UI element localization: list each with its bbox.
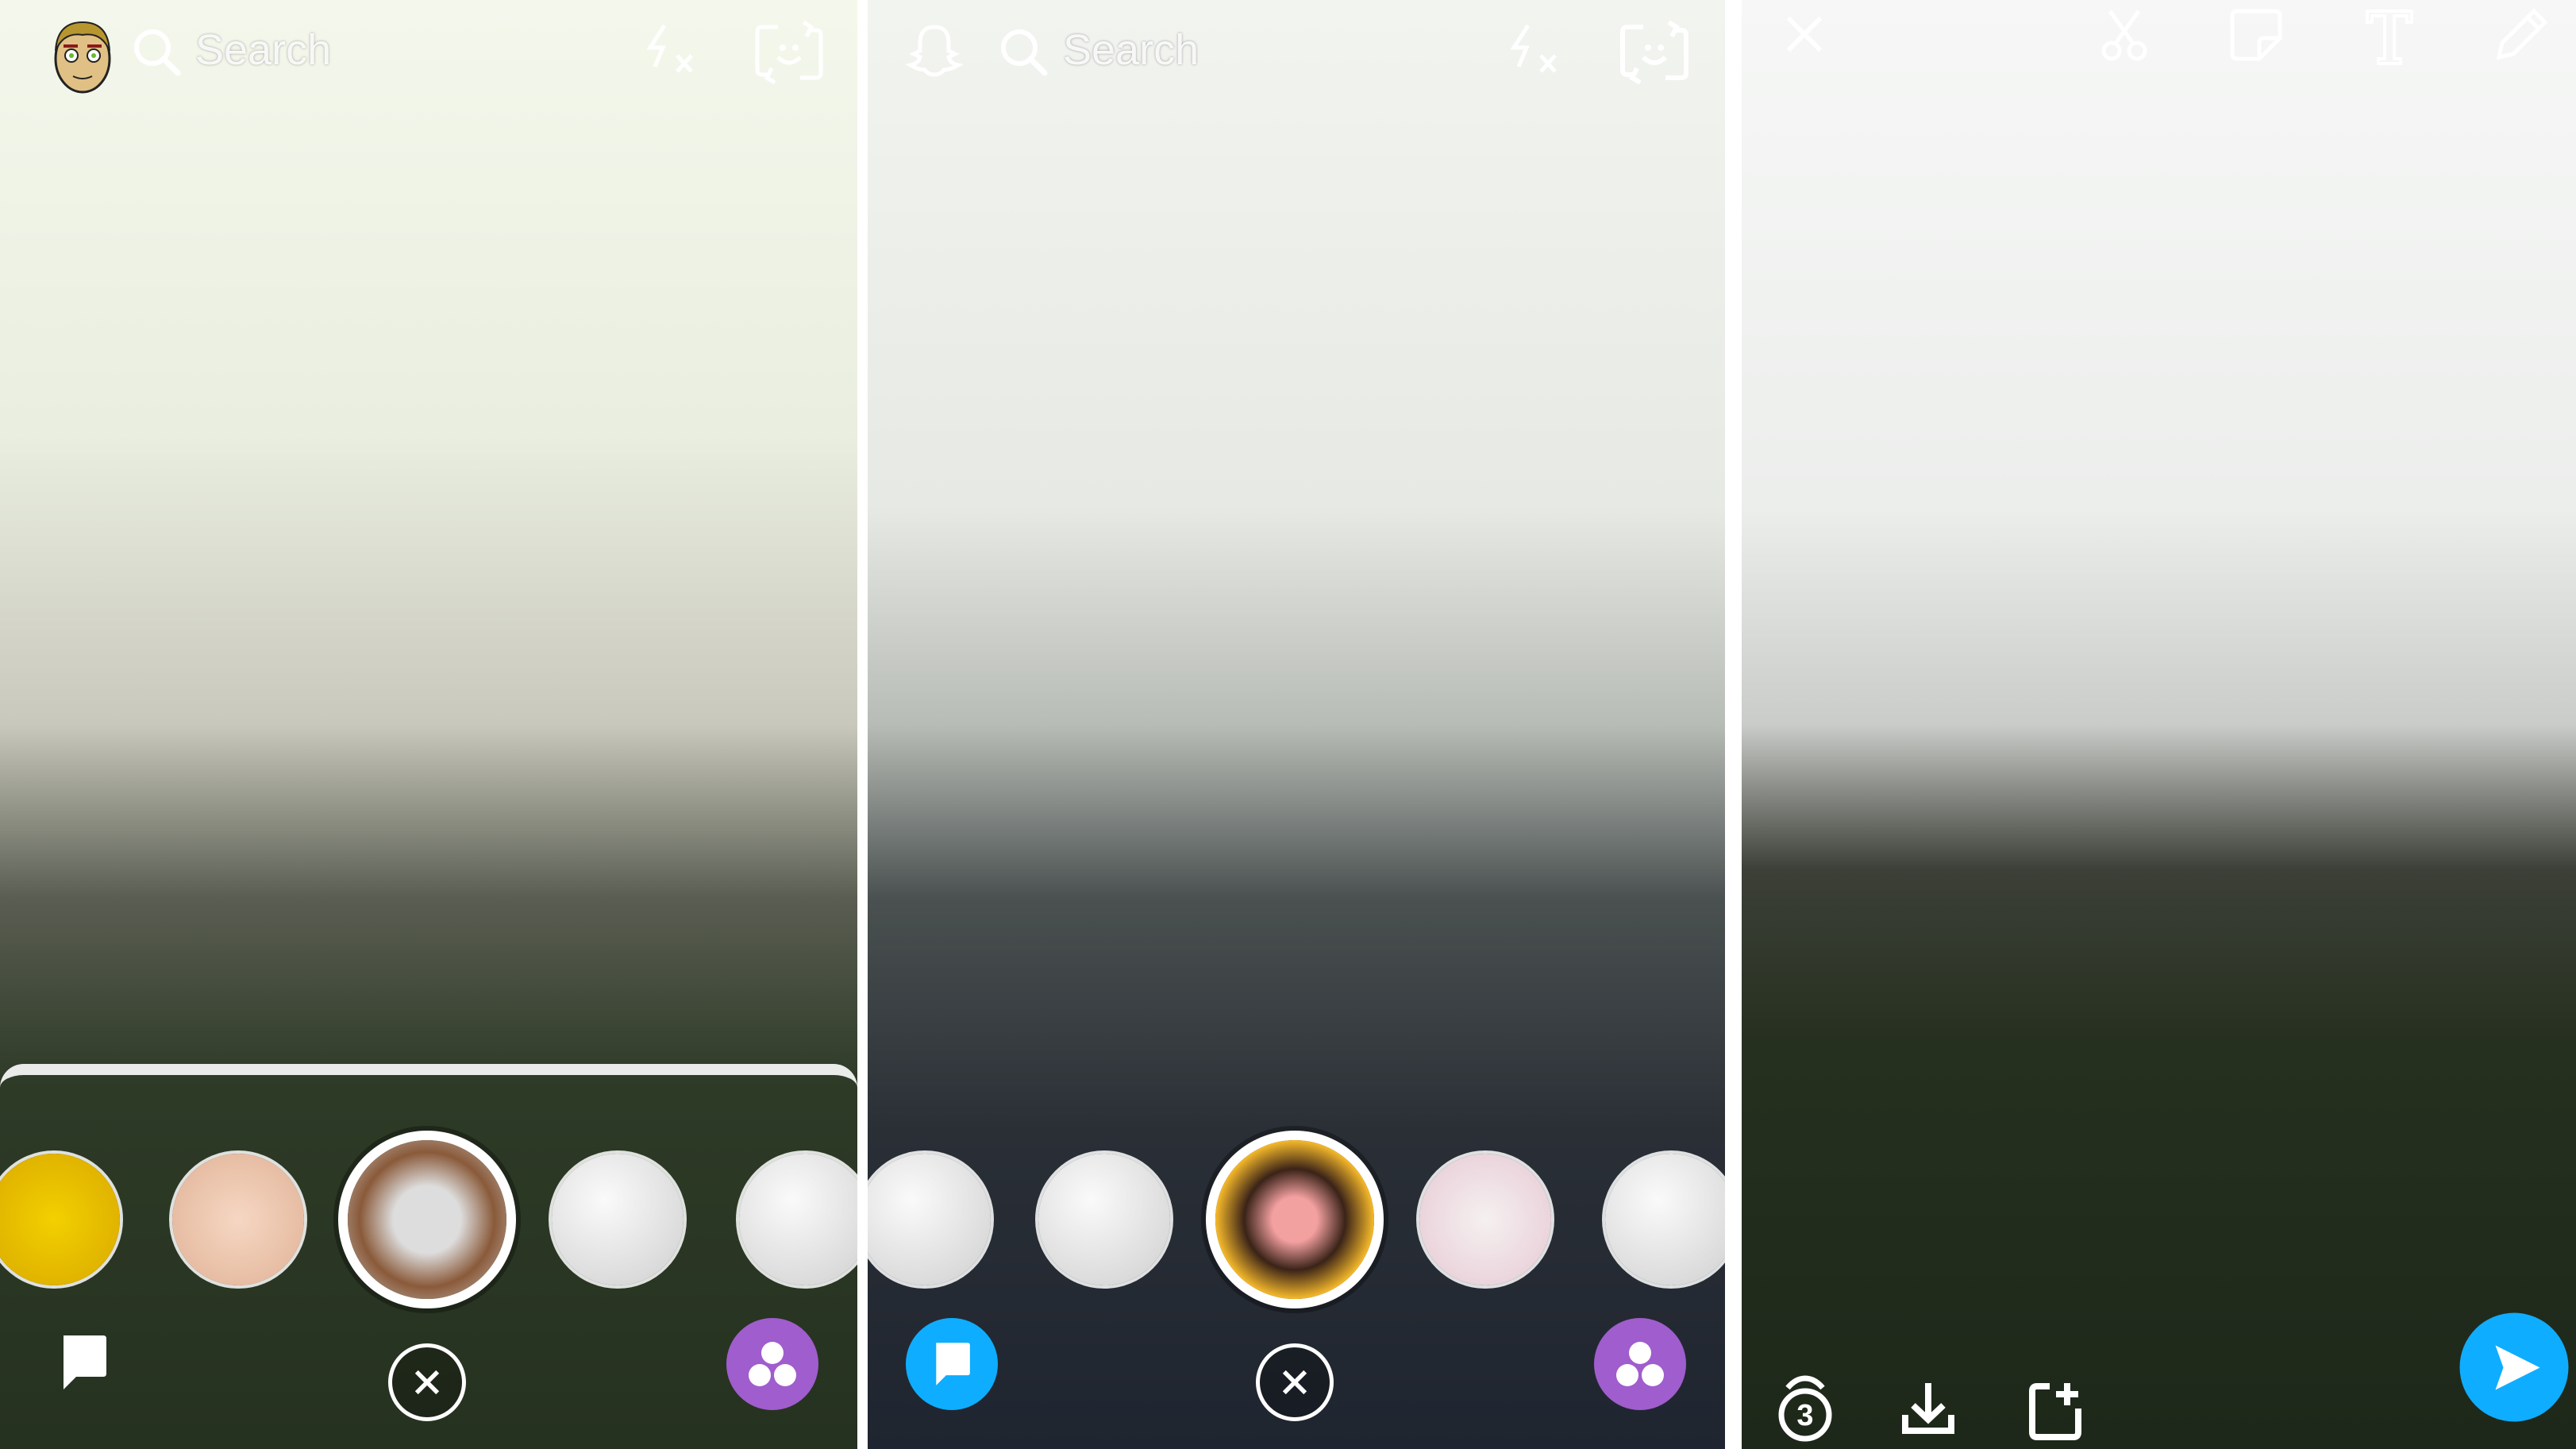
lenses-button[interactable] xyxy=(1594,1318,1686,1410)
lenses-icon xyxy=(749,1342,796,1386)
search-icon[interactable] xyxy=(132,27,183,78)
lens-ghost-face[interactable] xyxy=(739,1154,857,1285)
close-lens-button[interactable] xyxy=(1256,1343,1334,1421)
lens-hands[interactable] xyxy=(172,1154,304,1285)
search-icon[interactable] xyxy=(999,27,1049,78)
camera-panel-hippie-lens: Search xyxy=(868,0,1725,1449)
bitmoji-avatar-icon[interactable] xyxy=(48,16,119,95)
lens-crab-face[interactable] xyxy=(1605,1154,1725,1285)
flip-camera-icon[interactable] xyxy=(753,21,826,84)
flash-off-icon[interactable] xyxy=(1503,21,1563,81)
close-icon xyxy=(1282,1370,1307,1395)
lens-flower-face[interactable] xyxy=(1419,1154,1551,1285)
pencil-icon[interactable] xyxy=(2493,6,2550,64)
scissors-icon[interactable] xyxy=(2097,6,2151,64)
chat-icon xyxy=(936,1343,970,1385)
search-input[interactable]: Search xyxy=(1063,25,1199,75)
chat-button[interactable] xyxy=(906,1318,998,1410)
camera-panel-horse-lens: Search xyxy=(0,0,857,1449)
send-icon xyxy=(2495,1345,2539,1389)
lens-cute-face[interactable] xyxy=(1038,1154,1170,1285)
flip-camera-icon[interactable] xyxy=(1618,21,1691,84)
lens-hippie-selected[interactable] xyxy=(1215,1140,1374,1299)
send-button[interactable] xyxy=(2459,1312,2569,1422)
timer-button[interactable]: 3 xyxy=(1777,1374,1834,1445)
text-icon[interactable] xyxy=(2361,5,2418,65)
chat-icon[interactable] xyxy=(57,1332,110,1393)
close-lens-button[interactable] xyxy=(388,1343,466,1421)
add-to-story-icon[interactable] xyxy=(2027,1380,2083,1440)
lens-horse-selected[interactable] xyxy=(348,1140,506,1299)
search-input[interactable]: Search xyxy=(195,25,331,75)
fence-decoration xyxy=(0,1064,857,1123)
lens-face-swap[interactable] xyxy=(868,1154,991,1285)
sticker-icon[interactable] xyxy=(2228,6,2285,64)
lenses-button[interactable] xyxy=(726,1318,818,1410)
close-icon[interactable] xyxy=(1781,11,1827,57)
ghost-icon[interactable] xyxy=(906,22,963,79)
download-icon[interactable] xyxy=(1900,1380,1956,1437)
lens-cheetah[interactable] xyxy=(0,1154,120,1285)
lens-smile-face[interactable] xyxy=(552,1154,683,1285)
snap-preview-panel: 3 xyxy=(1742,0,2576,1449)
close-icon xyxy=(414,1370,440,1395)
timer-value: 3 xyxy=(1796,1399,1814,1432)
lenses-icon xyxy=(1616,1342,1664,1386)
flash-off-icon[interactable] xyxy=(639,21,699,81)
